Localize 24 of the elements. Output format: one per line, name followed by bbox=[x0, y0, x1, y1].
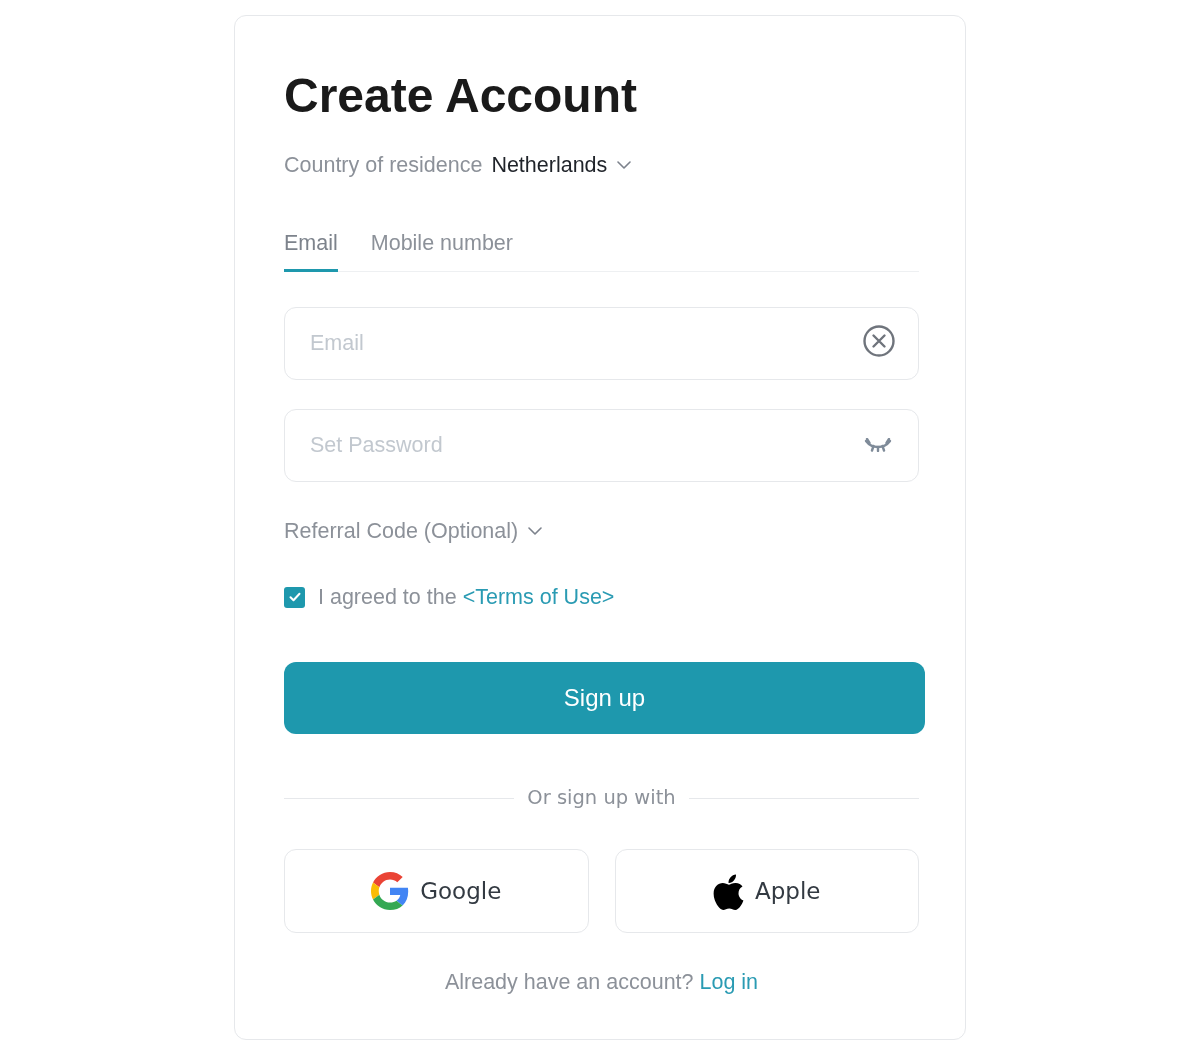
country-label: Country of residence bbox=[284, 152, 483, 179]
apple-logo-icon bbox=[713, 872, 744, 910]
terms-text: I agreed to the <Terms of Use> bbox=[318, 584, 615, 610]
login-link[interactable]: Log in bbox=[699, 970, 759, 994]
referral-code-toggle[interactable]: Referral Code (Optional) bbox=[284, 518, 543, 544]
terms-checkbox[interactable] bbox=[284, 586, 305, 608]
terms-link[interactable]: <Terms of Use> bbox=[462, 585, 615, 609]
closed-eye-icon[interactable] bbox=[864, 438, 892, 452]
g-logo-icon bbox=[371, 872, 410, 910]
login-prompt: Already have an account? Log in bbox=[444, 969, 759, 995]
apple-sign-up-button[interactable]: Apple bbox=[614, 849, 919, 933]
checkmark-icon bbox=[288, 592, 301, 602]
password-field[interactable]: Set Password bbox=[284, 409, 919, 482]
chevron-down-icon bbox=[617, 161, 632, 169]
page-title: Create Account bbox=[284, 68, 637, 124]
divider-text: Or sign up with bbox=[527, 786, 676, 810]
email-field[interactable]: Email bbox=[284, 307, 919, 380]
country-select[interactable]: Netherlands bbox=[491, 151, 632, 179]
tab[interactable]: Mobile number bbox=[370, 230, 513, 272]
google-sign-up-button[interactable]: Google bbox=[284, 849, 589, 933]
chevron-down-icon bbox=[528, 527, 543, 535]
clear-icon[interactable] bbox=[863, 325, 895, 357]
tab[interactable]: Email bbox=[284, 230, 338, 272]
sign-up-button[interactable]: Sign up bbox=[284, 662, 925, 734]
